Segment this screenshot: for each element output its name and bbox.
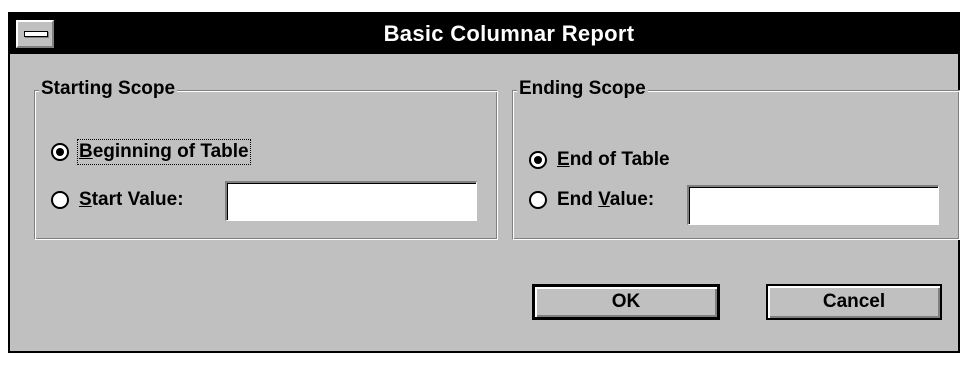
end-value-input[interactable] bbox=[687, 185, 939, 225]
start-value-input[interactable] bbox=[225, 181, 477, 221]
ending-scope-group: Ending Scope End of Table End Value: bbox=[512, 78, 960, 240]
end-of-table-option[interactable]: End of Table bbox=[529, 145, 670, 175]
starting-scope-legend: Starting Scope bbox=[39, 78, 178, 100]
end-of-table-radio[interactable] bbox=[529, 151, 547, 169]
ending-scope-legend: Ending Scope bbox=[517, 78, 648, 100]
beginning-of-table-label[interactable]: Beginning of Table bbox=[77, 139, 251, 165]
end-value-option[interactable]: End Value: bbox=[529, 185, 654, 215]
end-of-table-label[interactable]: End of Table bbox=[557, 149, 670, 171]
end-value-radio[interactable] bbox=[529, 191, 547, 209]
dialog-title: Basic Columnar Report bbox=[383, 21, 635, 46]
start-value-radio[interactable] bbox=[51, 191, 69, 209]
start-value-label[interactable]: Start Value: bbox=[79, 189, 184, 211]
cancel-button[interactable]: Cancel bbox=[766, 284, 942, 320]
title-bar: Basic Columnar Report bbox=[10, 14, 958, 54]
beginning-of-table-option[interactable]: Beginning of Table bbox=[51, 137, 251, 167]
starting-scope-group: Starting Scope Beginning of Table Start … bbox=[34, 78, 498, 240]
report-dialog: Basic Columnar Report Starting Scope Beg… bbox=[8, 12, 960, 353]
system-menu-icon[interactable] bbox=[16, 20, 54, 48]
ok-button[interactable]: OK bbox=[532, 284, 720, 320]
beginning-of-table-radio[interactable] bbox=[51, 143, 69, 161]
start-value-option[interactable]: Start Value: bbox=[51, 185, 184, 215]
end-value-label[interactable]: End Value: bbox=[557, 189, 654, 211]
